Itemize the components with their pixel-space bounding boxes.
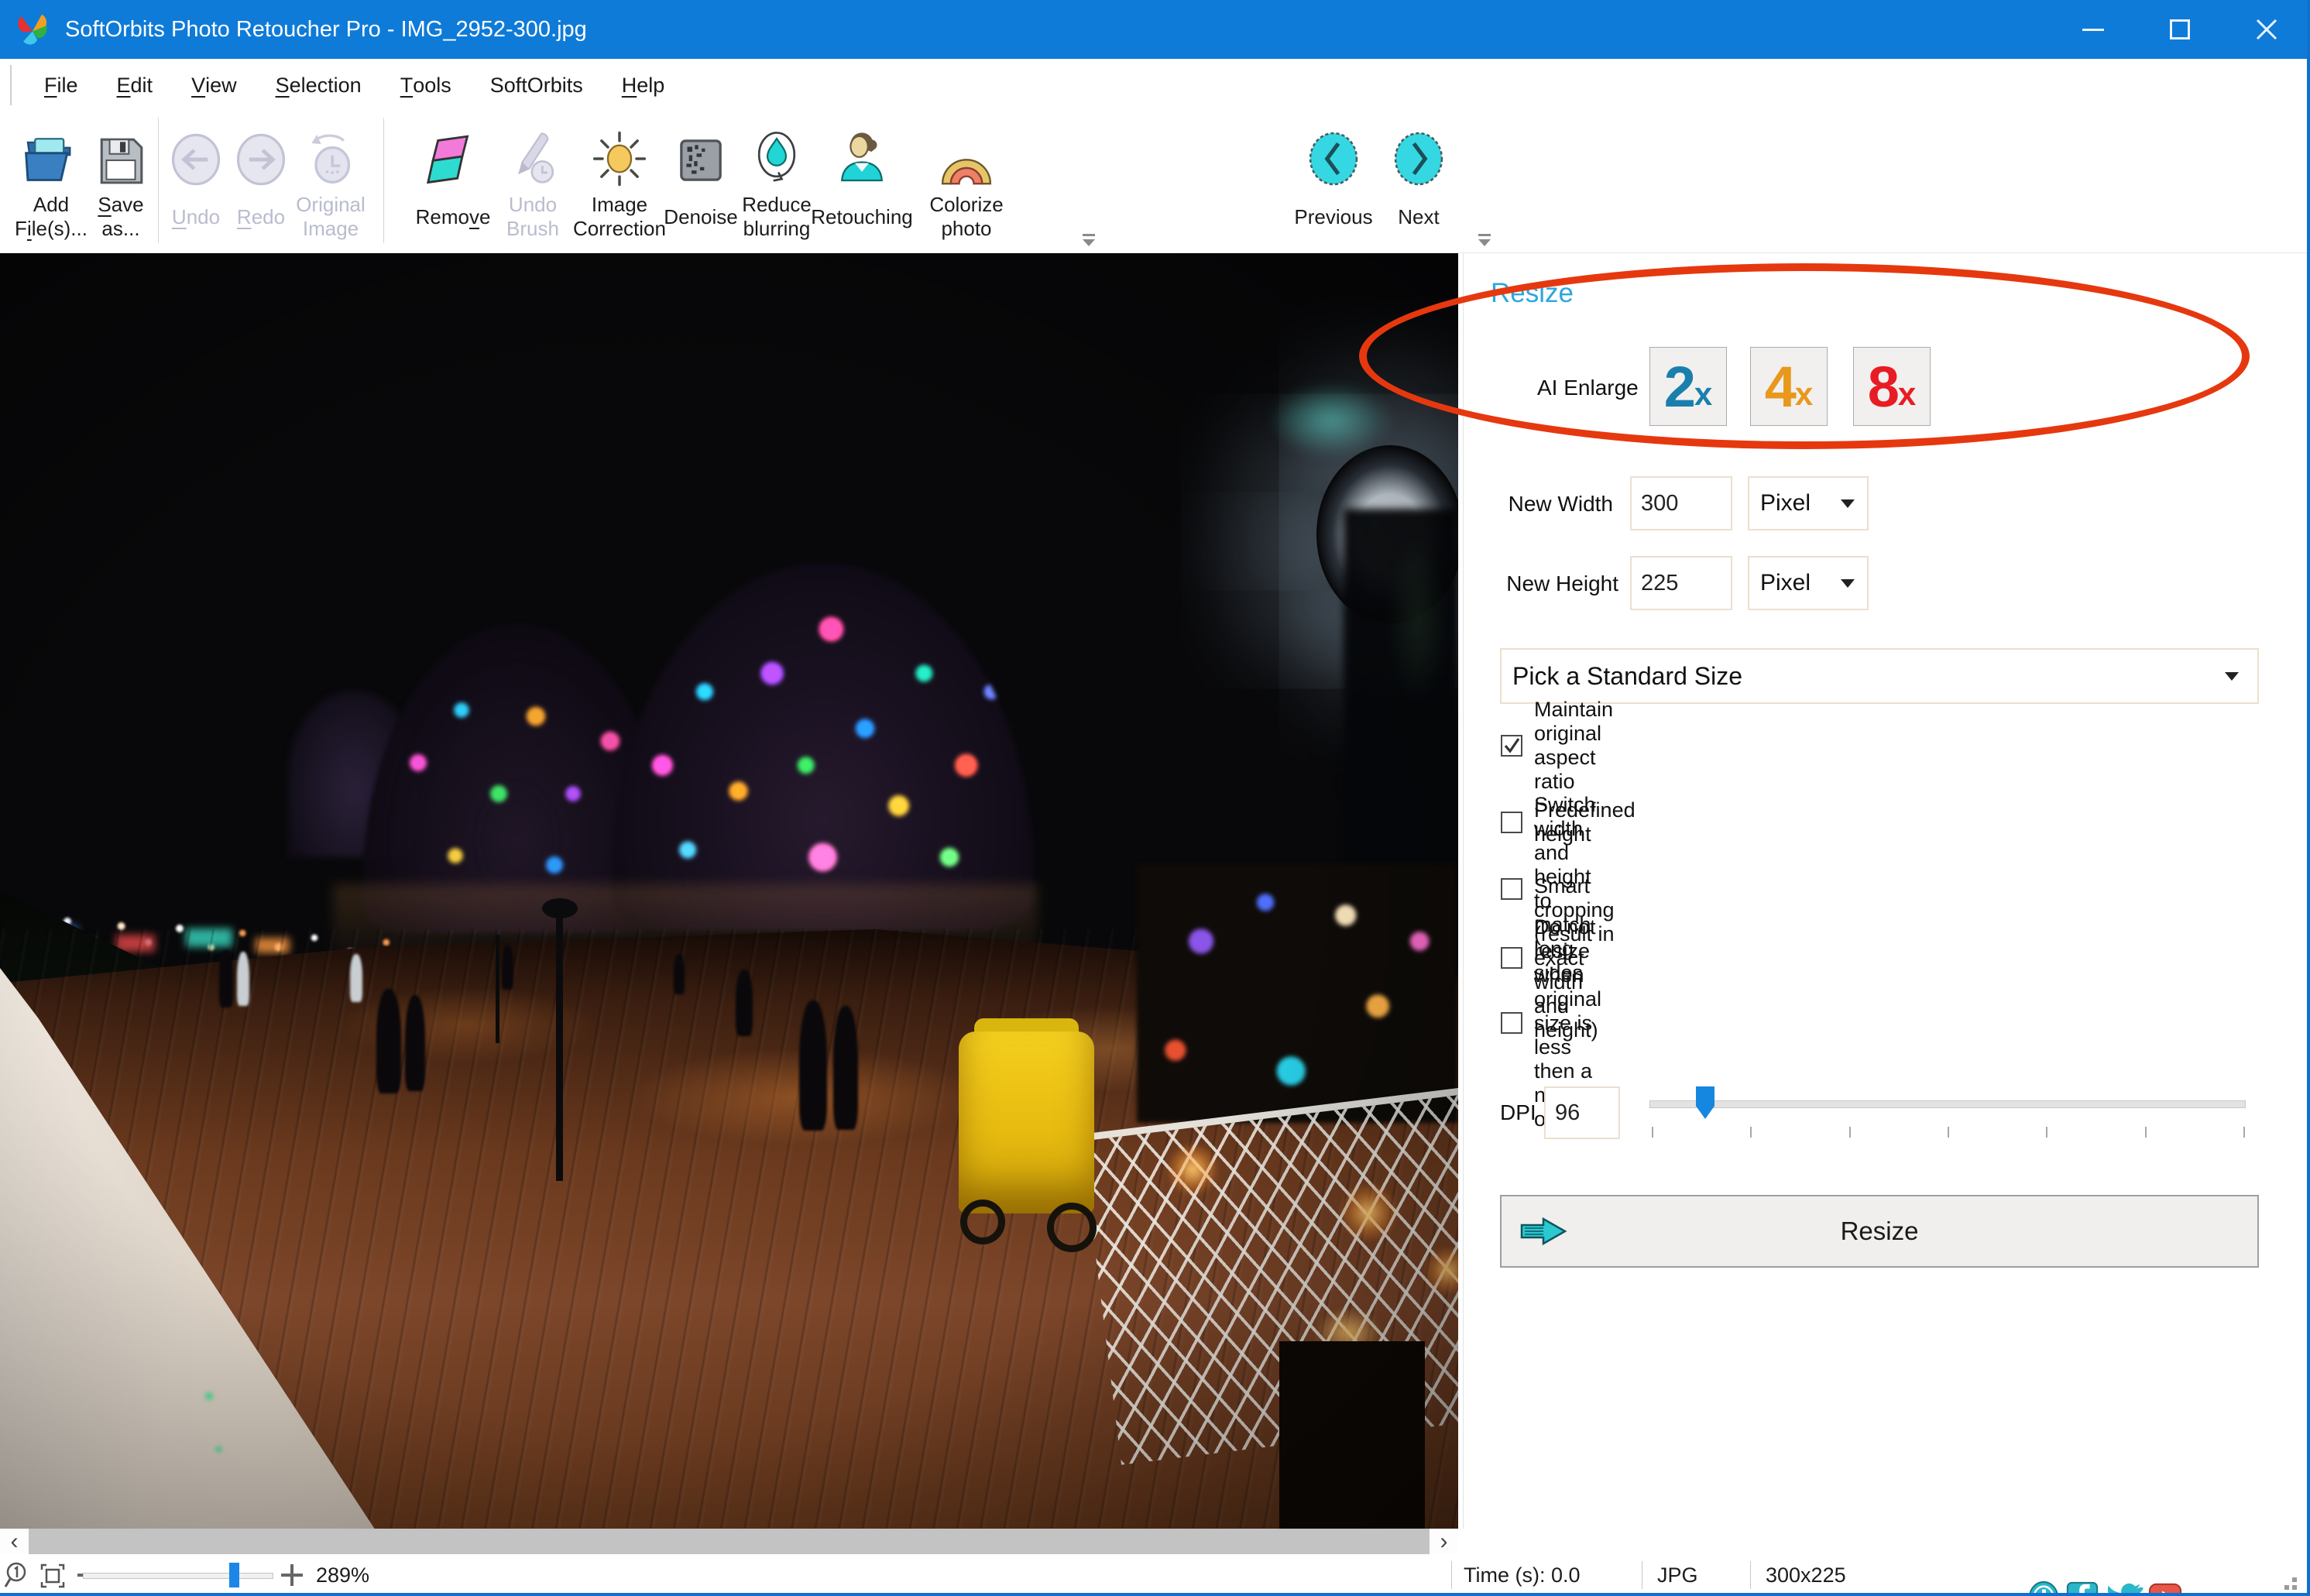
menu-item-view[interactable]: View [172, 59, 256, 112]
zoom-level-value: 289% [316, 1563, 370, 1587]
toolbar: Add File(s)... Save as... Undo Redo Original Im… [0, 112, 2310, 253]
menubar: File Edit View Selection Tools SoftOrbits Help [0, 59, 2310, 112]
checkbox-unchecked-icon[interactable] [1501, 1012, 1522, 1034]
toolbar-button-next[interactable]: Next [1351, 115, 1487, 243]
toolbar-button-original-image: Original Image [263, 115, 399, 243]
new-height-label: New Height [1506, 571, 1618, 595]
close-icon [2256, 19, 2277, 40]
window-title: SoftOrbits Photo Retoucher Pro - IMG_295… [65, 16, 587, 42]
window-controls [2050, 0, 2310, 59]
checkbox-row: Maintain original aspect ratio [1501, 698, 1613, 793]
new-height-unit-value: Pixel [1760, 570, 1811, 595]
toolbar-button-label: Next [1398, 204, 1440, 228]
dpi-slider-track[interactable] [1649, 1100, 2246, 1108]
chevron-down-icon [2225, 671, 2239, 681]
chevron-down-icon [1841, 499, 1855, 508]
new-width-input[interactable] [1630, 476, 1732, 530]
scroll-left-icon[interactable]: ‹ [0, 1529, 29, 1554]
panel-title: Resize [1491, 278, 1574, 308]
statusbar-separator [1750, 1561, 1751, 1589]
checkbox-unchecked-icon[interactable] [1501, 812, 1522, 833]
scrollbar-thumb[interactable] [29, 1529, 1430, 1554]
ai-enlarge-2x-button[interactable]: 2x [1649, 347, 1727, 426]
app-window: SoftOrbits Photo Retoucher Pro - IMG_295… [0, 0, 2310, 1596]
zoom-actual-size-icon[interactable] [3, 1560, 34, 1591]
minimize-button[interactable] [2050, 0, 2137, 59]
scroll-right-icon[interactable]: › [1430, 1529, 1458, 1554]
status-time: Time (s): 0.0 [1464, 1563, 1581, 1587]
next-circle-icon [1351, 115, 1487, 187]
checkbox-checked-icon[interactable] [1501, 735, 1522, 757]
titlebar: SoftOrbits Photo Retoucher Pro - IMG_295… [0, 0, 2310, 59]
statusbar-separator [1451, 1561, 1452, 1589]
checkbox-label: Maintain original aspect ratio [1534, 698, 1614, 793]
checkbox-unchecked-icon[interactable] [1501, 878, 1522, 900]
new-width-unit-value: Pixel [1760, 490, 1811, 516]
new-height-input[interactable] [1630, 556, 1732, 610]
new-width-label: New Width [1508, 492, 1613, 516]
menu-item-help[interactable]: Help [602, 59, 685, 112]
ai-enlarge-label: AI Enlarge [1537, 376, 1639, 400]
status-format: JPG [1657, 1563, 1698, 1587]
history-icon [263, 115, 399, 187]
menubar-grip[interactable] [10, 65, 12, 105]
toolbar-button-colorize-photo[interactable]: Colorize photo [898, 115, 1035, 243]
dpi-input[interactable] [1544, 1086, 1620, 1139]
menu-item-selection[interactable]: Selection [256, 59, 381, 112]
dpi-slider-ticks [1652, 1127, 2245, 1138]
maximize-button[interactable] [2137, 0, 2223, 59]
zoom-slider-track[interactable] [83, 1573, 273, 1579]
dpi-label: DPI [1500, 1100, 1536, 1124]
resize-grip[interactable] [2292, 1585, 2297, 1590]
standard-size-value: Pick a Standard Size [1512, 661, 1743, 690]
toolbar-button-label: Original Image [296, 193, 366, 240]
checkbox-unchecked-icon[interactable] [1501, 947, 1522, 969]
menu-item-tools[interactable]: Tools [381, 59, 471, 112]
close-button[interactable] [2223, 0, 2310, 59]
window-border [0, 1593, 2310, 1596]
canvas-horizontal-scrollbar: ‹ › [0, 1529, 1458, 1554]
statusbar: 289% Time (s): 0.0 JPG 300x225 [0, 1554, 2310, 1596]
standard-size-select[interactable]: Pick a Standard Size [1500, 648, 2259, 704]
menu-item-file[interactable]: File [25, 59, 98, 112]
menu-item-edit[interactable]: Edit [98, 59, 173, 112]
toolbar-overflow-chevron-icon[interactable] [1078, 234, 1100, 252]
status-dimensions: 300x225 [1766, 1563, 1846, 1587]
fit-to-screen-icon[interactable] [37, 1560, 68, 1591]
resize-grip[interactable] [2284, 1585, 2289, 1590]
menu-item-softorbits[interactable]: SoftOrbits [471, 59, 602, 112]
app-logo-icon [18, 14, 47, 45]
resize-button[interactable]: Resize [1500, 1195, 2259, 1268]
resize-grip[interactable] [2292, 1577, 2297, 1582]
photo-canvas[interactable] [0, 253, 1458, 1529]
rainbow-icon [898, 115, 1035, 187]
new-width-unit-select[interactable]: Pixel [1748, 476, 1869, 530]
chevron-down-icon [1841, 578, 1855, 588]
resize-button-label: Resize [1840, 1217, 1919, 1245]
window-border [2307, 0, 2310, 1596]
photo-vignette [0, 253, 1458, 1529]
dpi-slider-thumb[interactable] [1696, 1086, 1714, 1119]
checkbox-row: Do not resize when original size is less… [1501, 915, 1601, 1131]
zoom-slider-thumb[interactable] [229, 1563, 239, 1587]
ai-enlarge-8x-button[interactable]: 8x [1853, 347, 1931, 426]
resize-panel: Resize AI Enlarge 2x 4x 8x New Width Pixel… [1464, 253, 2310, 1529]
arrow-right-icon [1520, 1217, 1567, 1246]
toolbar-button-label: Colorize photo [929, 193, 1004, 240]
zoom-in-button[interactable] [281, 1564, 303, 1586]
ai-enlarge-4x-button[interactable]: 4x [1750, 347, 1828, 426]
new-height-unit-select[interactable]: Pixel [1748, 556, 1869, 610]
